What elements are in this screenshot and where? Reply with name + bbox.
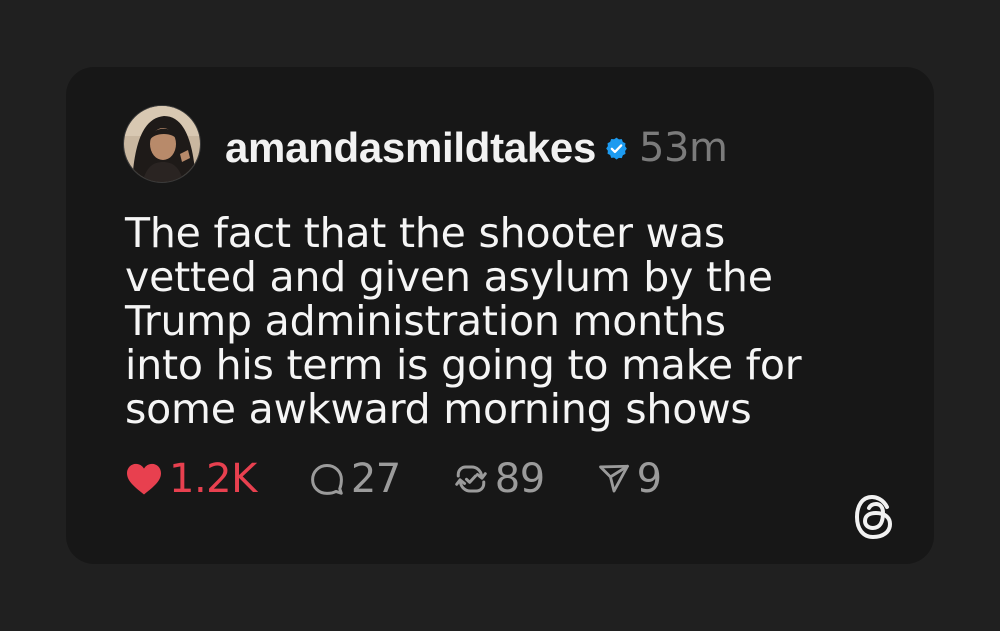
reply-button[interactable]: 27 bbox=[309, 456, 401, 502]
repost-button[interactable]: 89 bbox=[453, 456, 545, 502]
speech-bubble-icon bbox=[310, 464, 343, 495]
post-actions-bar: 1.2K 27 89 9 bbox=[125, 453, 714, 505]
post-header: amandasmildtakes 53m bbox=[225, 123, 728, 173]
repost-arrows-icon bbox=[455, 465, 487, 493]
avatar[interactable] bbox=[123, 105, 201, 183]
post-body-text: The fact that the shooter was vetted and… bbox=[125, 209, 802, 433]
post-card: amandasmildtakes 53m The fact that the s… bbox=[66, 67, 934, 564]
avatar-image bbox=[124, 106, 200, 182]
post-timestamp: 53m bbox=[639, 125, 728, 171]
share-count: 9 bbox=[636, 456, 662, 502]
like-button[interactable]: 1.2K bbox=[125, 456, 257, 502]
share-button[interactable]: 9 bbox=[597, 456, 662, 502]
heart-icon bbox=[127, 463, 161, 495]
username[interactable]: amandasmildtakes bbox=[225, 124, 596, 172]
repost-count: 89 bbox=[494, 456, 545, 502]
paper-plane-icon bbox=[598, 464, 629, 493]
like-count: 1.2K bbox=[169, 456, 257, 502]
threads-logo-icon bbox=[855, 495, 892, 539]
verified-badge-icon bbox=[606, 137, 627, 159]
reply-count: 27 bbox=[350, 456, 401, 502]
